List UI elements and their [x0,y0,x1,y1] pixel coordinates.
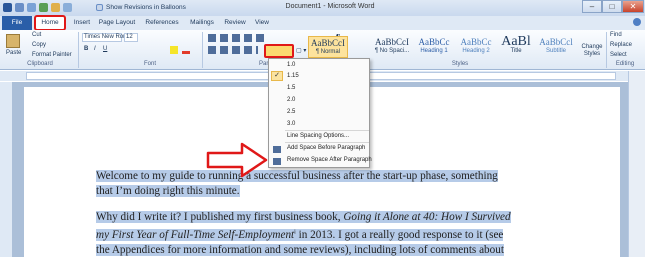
paste-icon[interactable] [6,34,20,48]
menu-divider [285,142,369,143]
spacing-option-1-5[interactable]: 1.5 [287,85,295,91]
annotation-arrow-icon [206,142,268,178]
cut-button[interactable]: Cut [32,32,41,38]
vertical-scrollbar[interactable] [628,71,645,257]
tab-insert[interactable]: Insert [70,16,94,30]
vertical-ruler [0,82,12,257]
italic-button[interactable]: I [94,46,96,52]
spacing-option-2-5[interactable]: 2.5 [287,109,295,115]
shading-icon[interactable]: ▢ ▾ [296,47,306,54]
divider [78,32,79,68]
divider [606,32,607,68]
underline-button[interactable]: U [103,46,107,52]
paragraph-1[interactable]: Welcome to my guide to running a success… [96,169,566,199]
show-revisions-checkbox[interactable] [96,4,103,11]
spacing-option-2-0[interactable]: 2.0 [287,97,295,103]
book-title-part-2: my First Year of Full-Time Self-Employme… [96,228,295,241]
tab-references[interactable]: References [142,16,182,30]
minimize-button[interactable]: – [582,0,602,13]
bold-button[interactable]: B [84,46,88,52]
tab-mailings[interactable]: Mailings [186,16,218,30]
add-space-icon [273,146,281,153]
alignment-buttons-icon[interactable] [208,46,258,54]
tab-page-layout[interactable]: Page Layout [96,16,138,30]
help-icon[interactable] [633,18,641,26]
list-buttons-icon[interactable] [208,34,268,42]
style-normal[interactable]: AaBbCcI ¶ Normal [308,36,348,58]
clipboard-group-label: Clipboard [27,61,53,67]
add-space-before-item[interactable]: Add Space Before Paragraph [287,145,365,151]
paragraph-2-text-2: in 2013. I got a really good response to… [295,228,504,241]
show-revisions-label: Show Revisions in Balloons [106,4,186,11]
open-icon[interactable] [51,3,60,12]
copy-button[interactable]: Copy [32,42,46,48]
undo-icon[interactable] [27,3,36,12]
line-spacing-menu: 1.0 ✓ 1.15 1.5 2.0 2.5 3.0 Line Spacing … [268,58,372,168]
maximize-button[interactable]: □ [602,0,622,13]
format-painter-button[interactable]: Format Painter [32,52,72,58]
redo-icon[interactable] [39,3,48,12]
tab-review[interactable]: Review [222,16,248,30]
font-group-label: Font [143,61,156,67]
editing-group-label: Editing [615,61,635,67]
remove-space-after-item[interactable]: Remove Space After Paragraph [287,157,372,163]
tab-file[interactable]: File [2,16,32,30]
menu-divider [285,130,369,131]
replace-button[interactable]: Replace [610,42,632,48]
font-name-select[interactable]: Times New Rom [82,33,128,42]
find-button[interactable]: Find [610,32,622,38]
spacing-option-1-15[interactable]: 1.15 [287,73,299,79]
paragraph-2-text-3: the Appendices for more information and … [96,243,504,256]
line-spacing-options-item[interactable]: Line Spacing Options... [287,133,349,139]
paragraph-2[interactable]: Why did I write it? I published my first… [96,210,566,257]
style-heading-1[interactable]: AaBbCc Heading 1 [414,36,454,58]
paste-label[interactable]: Paste [6,50,21,56]
change-styles-button[interactable]: Change Styles [581,44,603,58]
paragraph-2-text-1: Why did I write it? I published my first… [96,211,344,223]
line-spacing-button[interactable] [264,44,294,58]
print-icon[interactable] [63,3,72,12]
tab-home[interactable]: Home [34,15,66,31]
style-no-spacing[interactable]: AaBbCcI ¶ No Spaci... [372,36,412,58]
paragraph-1-line-2: that I’m doing right this minute. [96,185,240,197]
divider [202,32,203,68]
highlight-color-icon[interactable] [170,46,178,54]
style-heading-2[interactable]: AaBbCc Heading 2 [456,36,496,58]
paragraph-1-line-1: Welcome to my guide to running a success… [96,170,498,182]
save-icon[interactable] [15,3,24,12]
spacing-option-3-0[interactable]: 3.0 [287,121,295,127]
window-title: Document1 - Microsoft Word [285,3,375,10]
font-size-select[interactable]: 12 [124,33,138,42]
spacing-option-1-0[interactable]: 1.0 [287,62,295,68]
tab-view[interactable]: View [252,16,272,30]
remove-space-icon [273,158,281,165]
style-title[interactable]: AaBl Title [498,35,534,58]
styles-group-label: Styles [451,61,469,67]
close-button[interactable]: ✕ [622,0,644,13]
word-logo-icon [3,3,12,12]
book-title-part-1: Going it Alone at 40: How I Survived [343,211,511,223]
select-button[interactable]: Select [610,52,627,58]
font-color-icon[interactable] [182,46,190,54]
style-subtitle[interactable]: AaBbCcl Subtitle [536,36,576,58]
checkmark-icon: ✓ [271,71,283,81]
